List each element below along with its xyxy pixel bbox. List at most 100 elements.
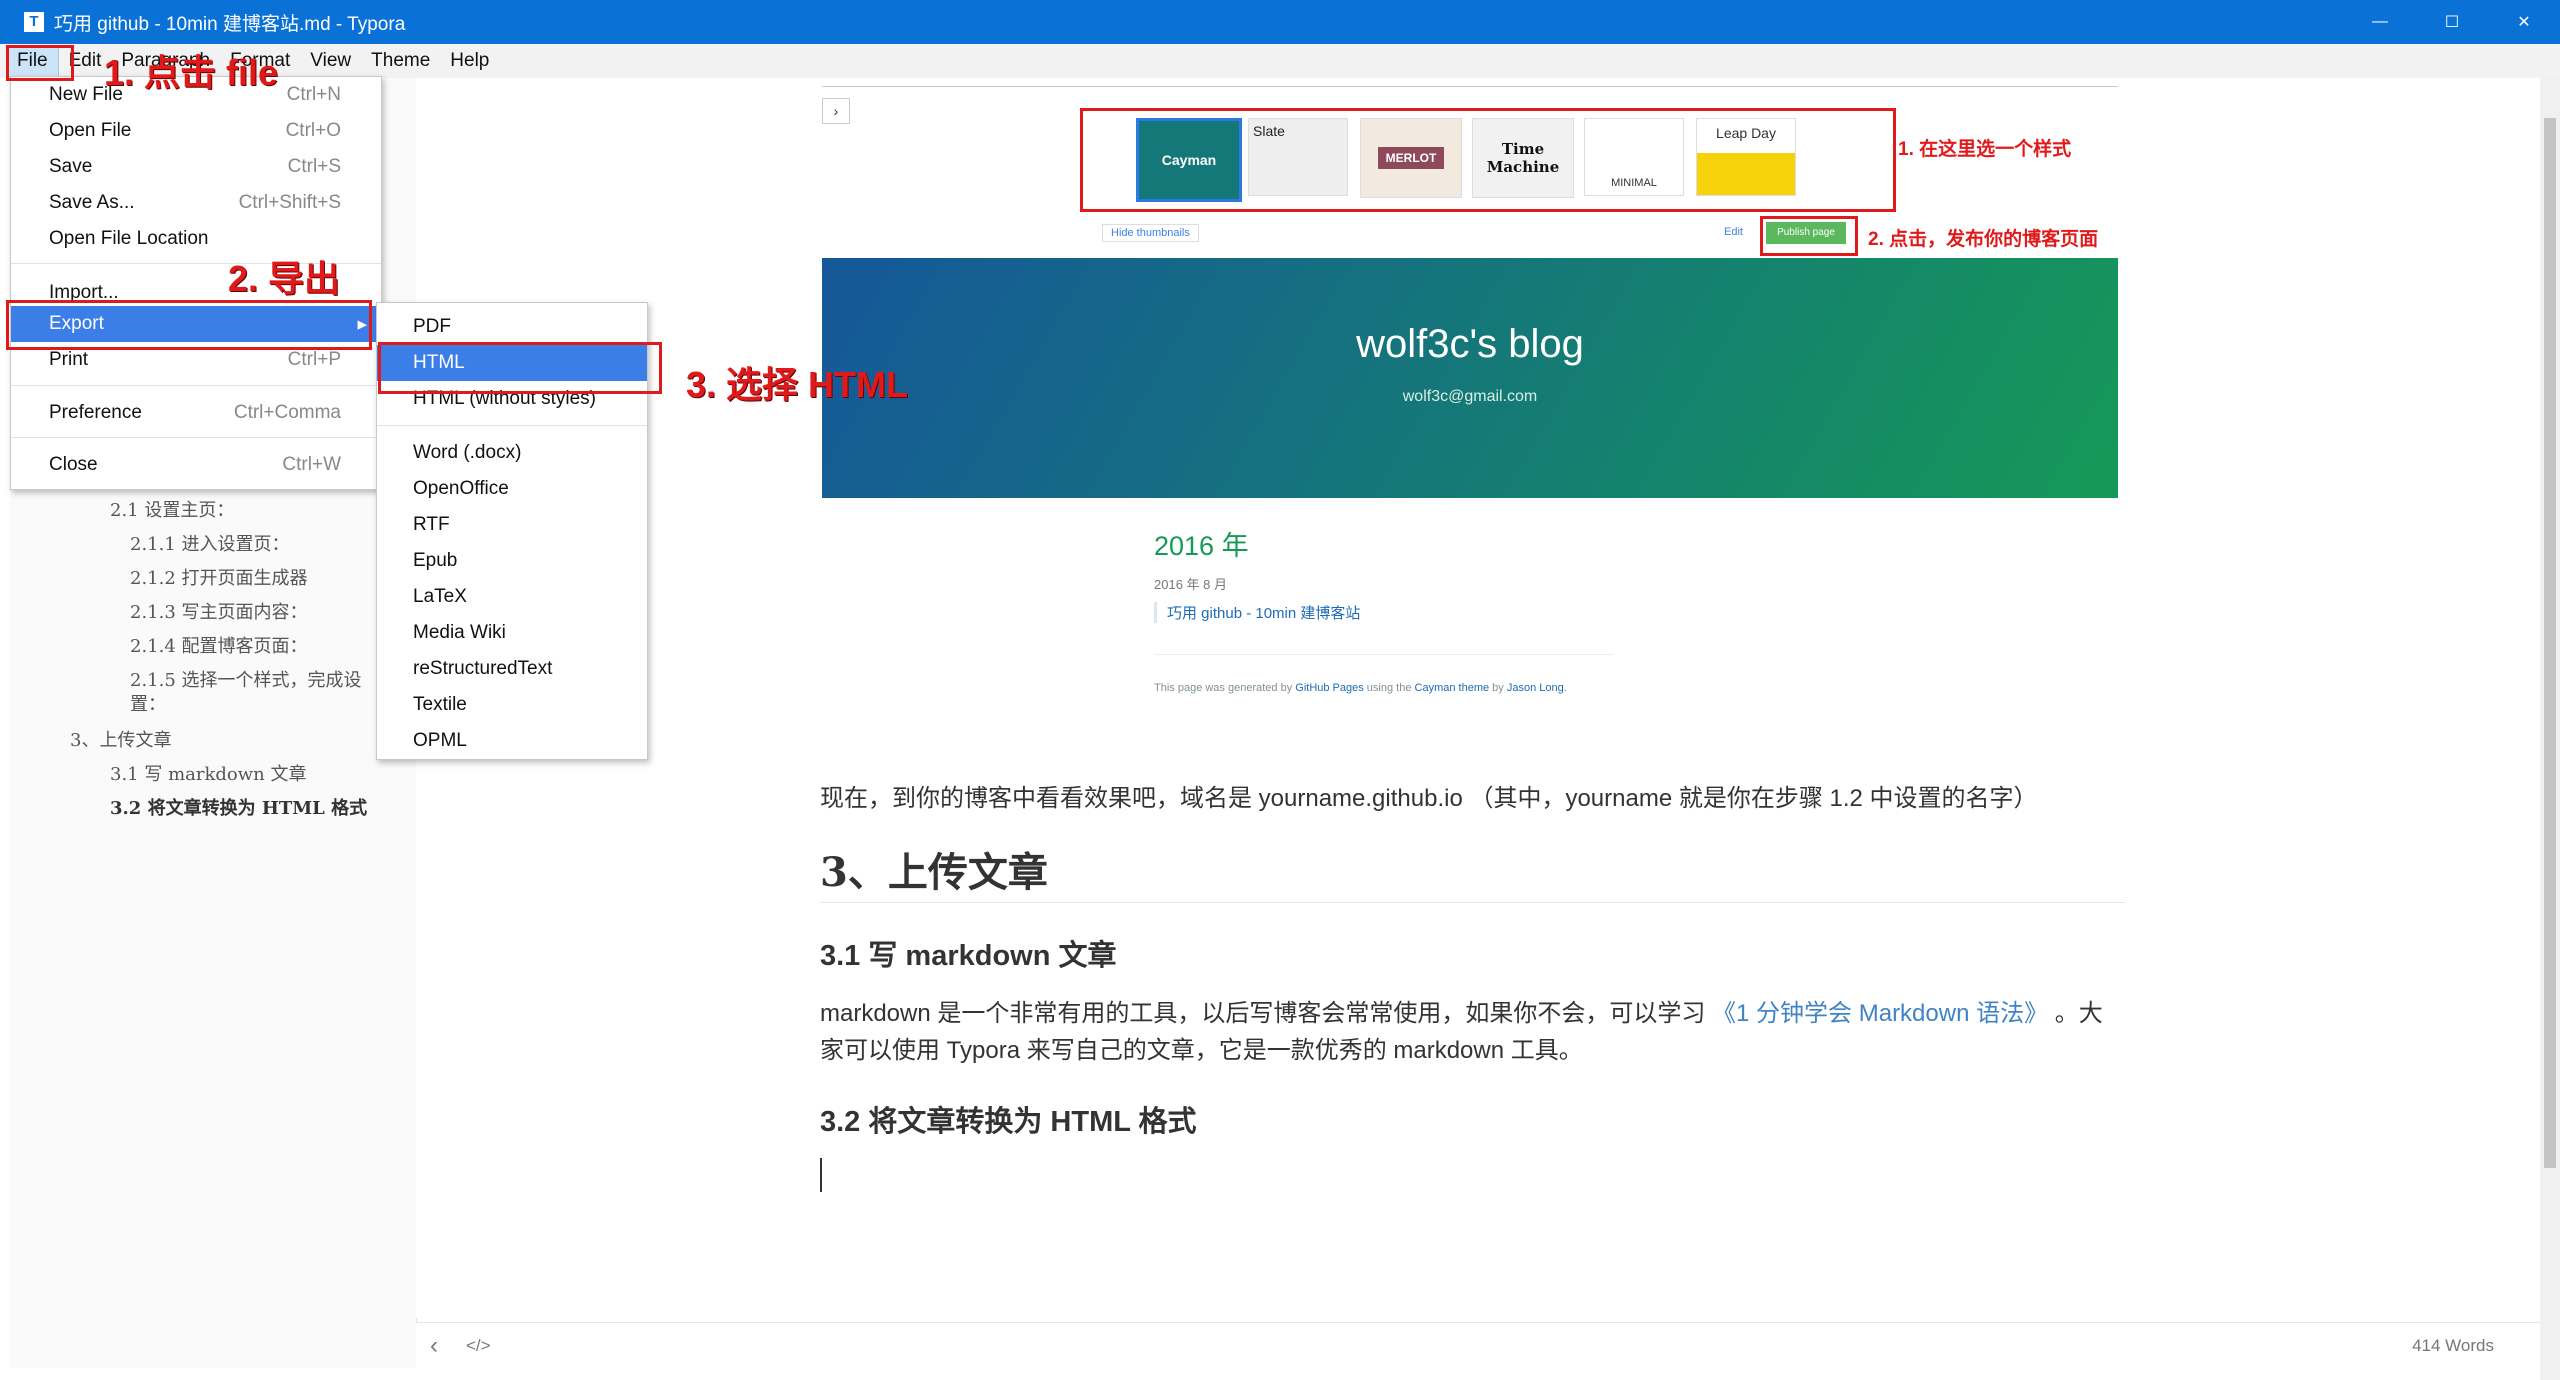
blog-footer: This page was generated by GitHub Pages … (1154, 682, 1567, 694)
text-cursor (820, 1158, 822, 1192)
theme-thumb-cayman: Cayman (1136, 118, 1242, 202)
export-openoffice[interactable]: OpenOffice (377, 471, 647, 507)
heading-3[interactable]: 3.1 写 markdown 文章 (820, 932, 1117, 974)
menu-item-shortcut: Ctrl+Shift+S (238, 192, 341, 213)
menu-item-label: RTF (413, 514, 450, 535)
export-textile[interactable]: Textile (377, 687, 647, 723)
menu-bar: File Edit Paragraph Format View Theme He… (0, 44, 2560, 78)
paragraph[interactable]: 现在，到你的博客中看看效果吧，域名是 yourname.github.io （其… (820, 780, 2038, 817)
footer-link-github-pages: GitHub Pages (1295, 682, 1364, 694)
typora-app-icon: T (24, 12, 44, 32)
export-opml[interactable]: OPML (377, 723, 647, 759)
embedded-screenshot: › Cayman Slate MERLOT Time Machine MINIM… (822, 78, 2122, 718)
publish-page-button: Publish page (1766, 222, 1846, 244)
export-rtf[interactable]: RTF (377, 507, 647, 543)
note-publish: 2. 点击，发布你的博客页面 (1868, 229, 2099, 250)
outline-item-active[interactable]: 3.2 将文章转换为 HTML 格式 (110, 794, 367, 820)
blog-email: wolf3c@gmail.com (1402, 388, 1538, 405)
menu-item-label: Media Wiki (413, 622, 506, 643)
maximize-button[interactable]: ☐ (2416, 0, 2488, 44)
menu-item-shortcut: Ctrl+O (285, 120, 341, 141)
markdown-tutorial-link[interactable]: 《1 分钟学会 Markdown 语法》 (1712, 1000, 2048, 1027)
menu-item-label: Save (49, 156, 93, 177)
outline-item[interactable]: 3.1 写 markdown 文章 (110, 760, 306, 786)
annotation-box-html (378, 342, 662, 394)
export-latex[interactable]: LaTeX (377, 579, 647, 615)
scrollbar-thumb[interactable] (2544, 118, 2556, 1168)
note-select-theme: 1. 在这里选一个样式 (1898, 139, 2072, 160)
footer-text: by (1489, 682, 1507, 694)
annotation-step-2: 2. 导出 (228, 258, 341, 299)
vertical-scrollbar[interactable] (2540, 78, 2560, 1380)
status-bar: ‹ </> 414 Words (416, 1322, 2540, 1369)
menu-item-label: Preference (49, 402, 142, 423)
annotation-step-3: 3. 选择 HTML (686, 364, 908, 405)
title-bar: T 巧用 github - 10min 建博客站.md - Typora — ☐… (0, 0, 2560, 44)
outline-item[interactable]: 2.1.1 进入设置页： (130, 530, 290, 556)
footer-link-cayman: Cayman theme (1414, 682, 1490, 694)
menu-item-shortcut: Ctrl+Comma (233, 402, 341, 423)
chevron-right-icon: › (822, 98, 850, 124)
outline-item-cont[interactable]: 置： (130, 690, 166, 716)
outline-item[interactable]: 2.1.2 打开页面生成器 (130, 564, 308, 590)
heading-2[interactable]: 3、上传文章 (820, 840, 1048, 898)
heading-3[interactable]: 3.2 将文章转换为 HTML 格式 (820, 1098, 1197, 1140)
annotation-box-file (6, 45, 74, 81)
theme-thumb-time-machine: Time Machine (1472, 118, 1574, 198)
heading-underline (820, 902, 2125, 903)
menu-item-shortcut: Ctrl+W (282, 454, 341, 475)
menu-item-label: LaTeX (413, 586, 467, 607)
theme-thumb-merlot: MERLOT (1360, 118, 1462, 198)
outline-item[interactable]: 3、上传文章 (70, 726, 171, 752)
menu-item-label: Save As... (49, 192, 135, 213)
menu-item-label: Open File (49, 120, 132, 141)
menu-view[interactable]: View (300, 46, 361, 76)
year-heading: 2016 年 (1154, 531, 1249, 561)
menu-separator (11, 437, 381, 438)
toggle-sidebar-icon[interactable]: ‹ (430, 1332, 438, 1360)
outline-item[interactable]: 2.1.3 写主页面内容： (130, 598, 308, 624)
outline-item[interactable]: 2.1 设置主页： (110, 496, 234, 522)
footer-link-jason-long: Jason Long (1506, 682, 1564, 694)
paragraph[interactable]: markdown 是一个非常有用的工具，以后写博客会常常使用，如果你不会，可以学… (820, 995, 2103, 1069)
menu-item-shortcut: Ctrl+N (286, 84, 341, 105)
menu-item-save-as[interactable]: Save As... Ctrl+Shift+S (11, 185, 381, 221)
blog-banner: wolf3c's blog wolf3c@gmail.com (822, 258, 2118, 498)
minimize-button[interactable]: — (2344, 0, 2416, 44)
word-count[interactable]: 414 Words (2412, 1336, 2494, 1356)
menu-theme[interactable]: Theme (361, 46, 440, 76)
outline-item[interactable]: 2.1.5 选择一个样式，完成设 (130, 666, 362, 692)
window-title: 巧用 github - 10min 建博客站.md - Typora (54, 13, 406, 35)
edit-link: Edit (1724, 226, 1743, 238)
theme-thumbnails: Cayman Slate MERLOT Time Machine MINIMAL… (1080, 108, 1890, 206)
hide-thumbnails-button: Hide thumbnails (1102, 224, 1199, 242)
menu-separator (11, 385, 381, 386)
post-link: 巧用 github - 10min 建博客站 (1154, 602, 1360, 623)
menu-item-label: reStructuredText (413, 658, 553, 679)
export-epub[interactable]: Epub (377, 543, 647, 579)
export-word[interactable]: Word (.docx) (377, 435, 647, 471)
theme-thumb-minimal: MINIMAL (1584, 118, 1684, 196)
menu-item-save[interactable]: Save Ctrl+S (11, 149, 381, 185)
outline-item[interactable]: 2.1.4 配置博客页面： (130, 632, 308, 658)
close-button[interactable]: ✕ (2488, 0, 2560, 44)
menu-item-close[interactable]: Close Ctrl+W (11, 447, 381, 483)
menu-separator (377, 425, 647, 426)
minimize-icon: — (2372, 13, 2388, 30)
menu-item-label: OPML (413, 730, 467, 751)
menu-item-label: Open File Location (49, 228, 209, 249)
paragraph-text: markdown 是一个非常有用的工具，以后写博客会常常使用，如果你不会，可以学… (820, 1000, 1713, 1027)
menu-item-preference[interactable]: Preference Ctrl+Comma (11, 395, 381, 431)
menu-item-label: Close (49, 454, 98, 475)
menu-item-shortcut: Ctrl+S (287, 156, 341, 177)
menu-help[interactable]: Help (440, 46, 499, 76)
source-code-icon[interactable]: </> (466, 1336, 491, 1356)
export-pdf[interactable]: PDF (377, 309, 647, 345)
export-restructuredtext[interactable]: reStructuredText (377, 651, 647, 687)
export-mediawiki[interactable]: Media Wiki (377, 615, 647, 651)
theme-thumb-leap-day: Leap Day (1696, 118, 1796, 196)
footer-text: . (1563, 682, 1567, 694)
maximize-icon: ☐ (2444, 14, 2460, 31)
menu-item-open-file[interactable]: Open File Ctrl+O (11, 113, 381, 149)
footer-text: using the (1363, 682, 1415, 694)
